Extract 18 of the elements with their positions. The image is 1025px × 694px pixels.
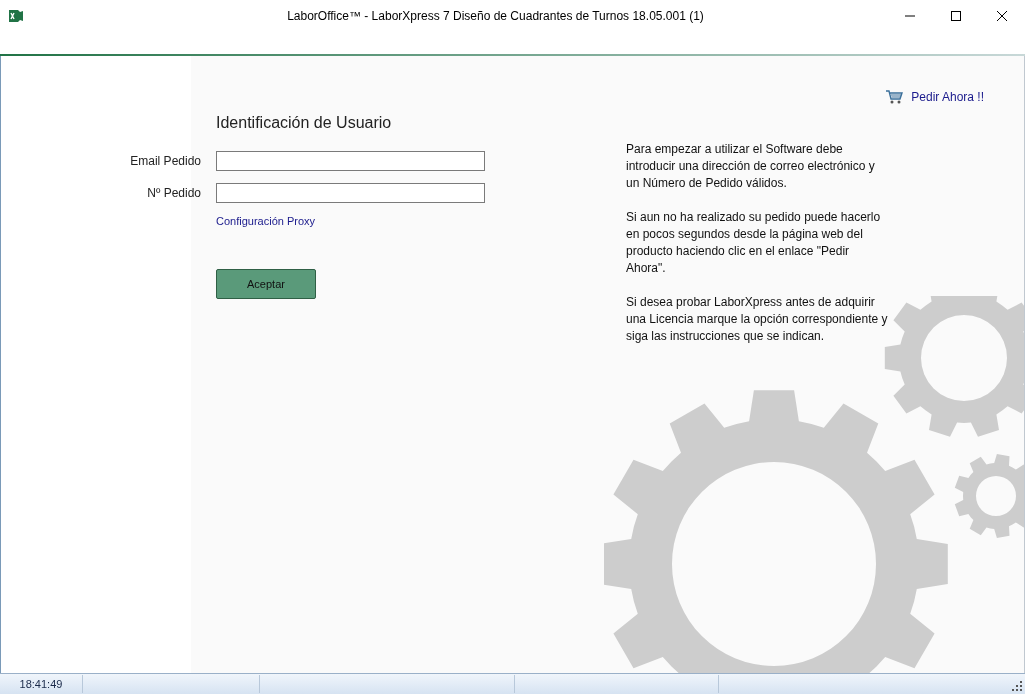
maximize-icon xyxy=(951,11,961,21)
info-paragraph: Si aun no ha realizado su pedido puede hacerlo en pocos segundos desde la página web del producto haciendo clic en el enlace "Pedir Ahora". xyxy=(626,209,882,277)
window-title: LaborOffice™ - LaborXpress 7 Diseño de Cuadrantes de Turnos 18.05.001 (1) xyxy=(286,9,705,23)
field-label: Email Pedido xyxy=(129,154,201,168)
info-paragraph: Para empezar a utilizar el Software debe introducir una dirección de correo electrónico y un Número de Pedido válidos. xyxy=(626,141,876,192)
cart-icon xyxy=(885,89,904,105)
resize-grip-icon[interactable] xyxy=(1012,681,1022,691)
input-field[interactable] xyxy=(216,151,485,171)
accept-button[interactable]: Aceptar xyxy=(216,269,316,299)
order-now-link[interactable]: Pedir Ahora !! xyxy=(885,89,984,105)
status-time: 18:41:49 xyxy=(0,675,83,693)
close-icon xyxy=(997,11,1007,21)
proxy-settings-link[interactable]: Configuración Proxy xyxy=(216,215,316,227)
info-paragraph: Si desea probar LaborXpress antes de adquirir una Licencia marque la opción correspondiente y siga las instrucciones que se indican. xyxy=(626,294,888,345)
input-field[interactable] xyxy=(216,183,485,203)
field-label: Nº Pedido xyxy=(146,186,201,200)
app-icon xyxy=(8,8,24,24)
form-heading: Identificación de Usuario xyxy=(216,114,393,132)
